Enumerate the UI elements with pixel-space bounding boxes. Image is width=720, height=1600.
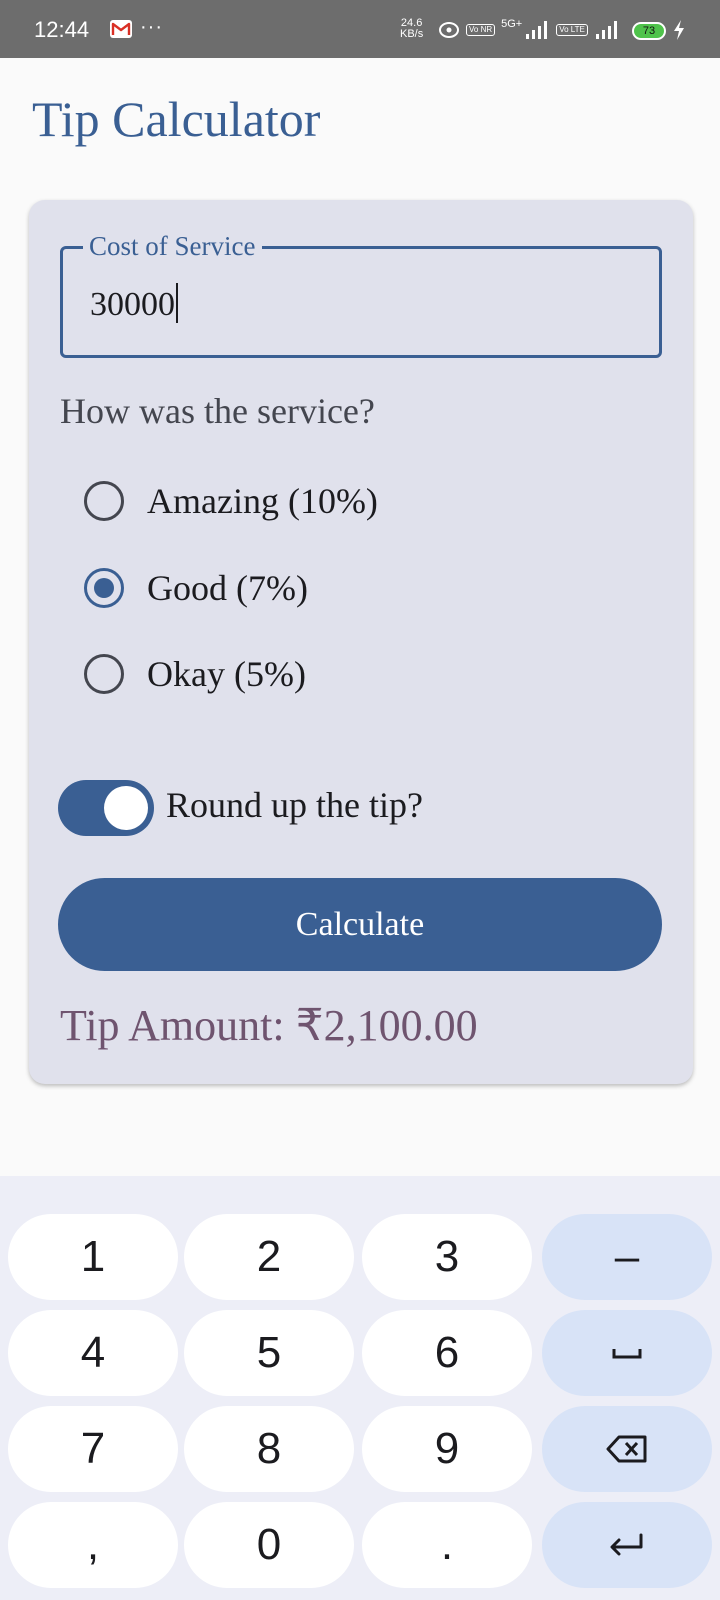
option-label[interactable]: Okay (5%) xyxy=(147,653,306,695)
key-7[interactable]: 7 xyxy=(8,1406,178,1492)
key-space[interactable] xyxy=(542,1310,712,1396)
round-up-label: Round up the tip? xyxy=(166,785,423,825)
cost-input-wrapper[interactable]: 30000 xyxy=(90,283,178,325)
calculator-card: Cost of Service 30000 How was the servic… xyxy=(29,200,693,1084)
signal-icon xyxy=(526,21,548,39)
service-question: How was the service? xyxy=(60,391,375,431)
calculate-button[interactable]: Calculate xyxy=(58,878,662,971)
option-good[interactable]: Good (7%) xyxy=(84,563,308,613)
key-period[interactable]: . xyxy=(362,1502,532,1588)
option-okay[interactable]: Okay (5%) xyxy=(84,649,306,699)
round-up-toggle[interactable] xyxy=(58,780,154,836)
radio-button-selected[interactable] xyxy=(84,568,124,608)
cost-of-service-field[interactable]: Cost of Service 30000 xyxy=(60,229,662,358)
key-5[interactable]: 5 xyxy=(184,1310,354,1396)
enter-icon xyxy=(610,1533,643,1556)
page-title: Tip Calculator xyxy=(32,91,321,147)
network-speed-unit: KB/s xyxy=(400,28,424,40)
key-dash[interactable]: – xyxy=(542,1214,712,1300)
key-6[interactable]: 6 xyxy=(362,1310,532,1396)
key-comma[interactable]: , xyxy=(8,1502,178,1588)
sim2-badge: Vo LTE xyxy=(556,24,588,36)
key-backspace[interactable] xyxy=(542,1406,712,1492)
tip-amount-text: Tip Amount: ₹2,100.00 xyxy=(60,1001,478,1050)
option-label[interactable]: Amazing (10%) xyxy=(147,480,378,522)
key-enter[interactable] xyxy=(542,1502,712,1588)
key-9[interactable]: 9 xyxy=(362,1406,532,1492)
key-0[interactable]: 0 xyxy=(184,1502,354,1588)
space-icon xyxy=(612,1349,642,1359)
key-3[interactable]: 3 xyxy=(362,1214,532,1300)
charging-bolt-icon xyxy=(674,20,684,40)
cost-of-service-input[interactable]: 30000 xyxy=(90,286,175,323)
backspace-icon xyxy=(606,1435,647,1463)
status-time: 12:44 xyxy=(34,17,90,42)
sim1-tech: 5G+ xyxy=(501,18,523,30)
sim1-badge: Vo NR xyxy=(466,24,496,36)
toggle-knob xyxy=(104,786,148,830)
signal-icon xyxy=(595,21,617,39)
radio-button[interactable] xyxy=(84,654,124,694)
text-cursor xyxy=(176,283,178,323)
battery-icon: 73 xyxy=(632,22,666,40)
gmail-icon xyxy=(110,20,132,38)
option-label[interactable]: Good (7%) xyxy=(147,567,308,609)
key-2[interactable]: 2 xyxy=(184,1214,354,1300)
status-icons: Vo NR 5G+ Vo LTE xyxy=(438,18,620,42)
key-4[interactable]: 4 xyxy=(8,1310,178,1396)
key-8[interactable]: 8 xyxy=(184,1406,354,1492)
cost-of-service-label: Cost of Service xyxy=(83,229,263,263)
more-notifications-icon: ··· xyxy=(140,16,163,38)
option-amazing[interactable]: Amazing (10%) xyxy=(84,476,378,526)
status-bar: 12:44 ··· 24.6 KB/s Vo NR 5G+ Vo LTE 73 xyxy=(0,0,720,58)
network-speed: 24.6 KB/s xyxy=(400,18,423,40)
hotspot-icon xyxy=(439,22,459,38)
key-1[interactable]: 1 xyxy=(8,1214,178,1300)
radio-button[interactable] xyxy=(84,481,124,521)
